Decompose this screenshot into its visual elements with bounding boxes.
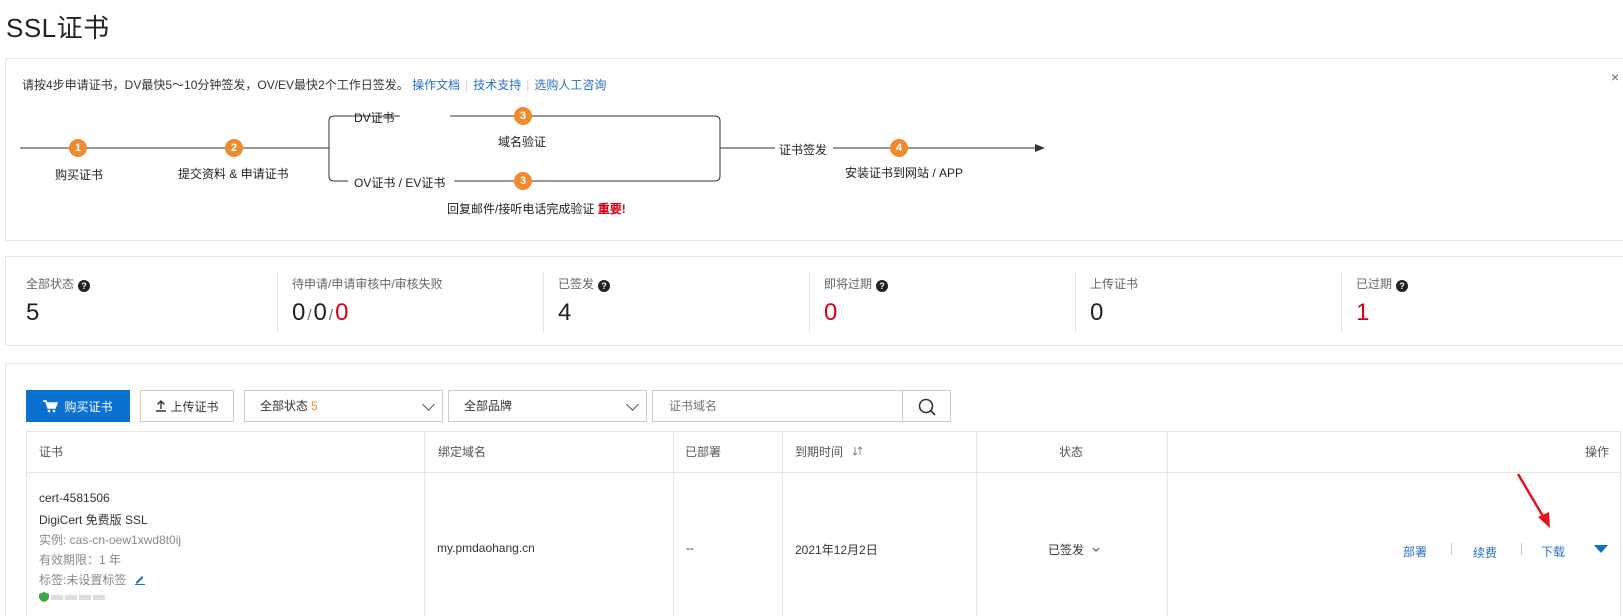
step-4-badge: 4 xyxy=(890,139,908,157)
upload-cert-button[interactable]: 上传证书 xyxy=(140,390,234,422)
help-icon[interactable]: ? xyxy=(598,280,611,292)
download-link[interactable]: 下载 xyxy=(1541,543,1565,560)
stat-expiring-value[interactable]: 0 xyxy=(824,299,837,327)
search-button[interactable] xyxy=(902,390,951,422)
step-2-badge: 2 xyxy=(225,139,243,157)
th-actions: 操作 xyxy=(1585,445,1610,459)
table-header: 证书 绑定域名 已部署 到期时间 状态 操作 xyxy=(26,431,1621,473)
step-1-badge: 1 xyxy=(69,139,87,157)
edit-icon[interactable] xyxy=(134,573,146,585)
search-icon xyxy=(918,398,936,416)
th-cert: 证书 xyxy=(39,445,64,459)
stat-pending-label[interactable]: 待申请/申请审核中/审核失败 xyxy=(292,275,443,292)
stat-uploaded-value[interactable]: 0 xyxy=(1090,299,1103,327)
cert-name: DigiCert 免费版 SSL xyxy=(39,513,148,527)
cert-instance: 实例: cas-cn-oew1xwd8t0ij xyxy=(39,533,182,547)
stat-issued-value[interactable]: 4 xyxy=(558,299,571,327)
brand-select[interactable]: 全部品牌 xyxy=(448,390,647,422)
sort-icon[interactable] xyxy=(852,445,864,457)
stat-expired-label[interactable]: 已过期? xyxy=(1356,275,1409,292)
stat-all-label[interactable]: 全部状态? xyxy=(26,275,91,292)
status-dropdown[interactable]: 已签发 xyxy=(1048,541,1100,558)
step-3b-label: 回复邮件/接听电话完成验证 重要! xyxy=(447,202,626,216)
step-2-label: 提交资料 & 申请证书 xyxy=(178,167,289,181)
process-flow: 1 购买证书 2 提交资料 & 申请证书 DV证书 3 域名验证 OV证书 / … xyxy=(0,58,1623,241)
step-3a-badge: 3 xyxy=(514,107,532,125)
bound-domain: my.pmdaohang.cn xyxy=(437,541,535,555)
help-icon[interactable]: ? xyxy=(1396,280,1409,292)
stat-expiring-label[interactable]: 即将过期? xyxy=(824,275,889,292)
step-3b-badge: 3 xyxy=(514,172,532,190)
annotation-arrow-icon xyxy=(1516,473,1550,528)
th-status: 状态 xyxy=(1059,445,1084,459)
shield-icon xyxy=(39,592,105,602)
stat-expired-value[interactable]: 1 xyxy=(1356,299,1369,327)
buy-cert-button[interactable]: 购买证书 xyxy=(26,390,130,422)
chevron-down-icon xyxy=(1092,547,1100,552)
expire-date: 2021年12月2日 xyxy=(795,543,878,557)
stat-issued-label[interactable]: 已签发? xyxy=(558,275,611,292)
chevron-down-icon xyxy=(422,398,435,411)
step-4-label: 安装证书到网站 / APP xyxy=(845,166,964,180)
cart-icon xyxy=(43,399,59,412)
stat-all-value[interactable]: 5 xyxy=(26,299,39,327)
renew-link[interactable]: 续费 xyxy=(1473,544,1497,561)
chevron-down-icon xyxy=(626,398,639,411)
deployed-value: -- xyxy=(686,541,694,555)
upload-icon xyxy=(156,400,167,412)
deploy-link[interactable]: 部署 xyxy=(1403,543,1427,560)
domain-search-input[interactable] xyxy=(652,390,903,422)
status-select[interactable]: 全部状态 5 xyxy=(244,390,443,422)
th-deployed: 已部署 xyxy=(685,445,722,459)
step-1-label: 购买证书 xyxy=(55,168,104,182)
stat-uploaded-label[interactable]: 上传证书 xyxy=(1090,275,1138,292)
dv-cert-label: DV证书 xyxy=(354,111,395,125)
more-actions-icon[interactable] xyxy=(1594,545,1608,553)
ovev-cert-label: OV证书 / EV证书 xyxy=(354,176,446,190)
help-icon[interactable]: ? xyxy=(876,280,889,292)
help-icon[interactable]: ? xyxy=(78,280,91,292)
cert-tags: 标签:未设置标签 xyxy=(39,571,146,588)
th-expire[interactable]: 到期时间 xyxy=(795,432,864,473)
issue-label: 证书签发 xyxy=(779,143,828,157)
page-title: SSL证书 xyxy=(6,13,110,43)
security-level-indicator xyxy=(39,591,119,605)
th-domain: 绑定域名 xyxy=(438,445,487,459)
cert-validity: 有效期限：1 年 xyxy=(39,553,122,567)
step-3a-label: 域名验证 xyxy=(498,135,547,149)
cert-id[interactable]: cert-4581506 xyxy=(39,491,110,505)
stats-panel: 全部状态? 5 待申请/申请审核中/审核失败 0/0/0 已签发? 4 即将过期… xyxy=(5,256,1623,346)
stat-pending-value[interactable]: 0/0/0 xyxy=(292,299,348,327)
